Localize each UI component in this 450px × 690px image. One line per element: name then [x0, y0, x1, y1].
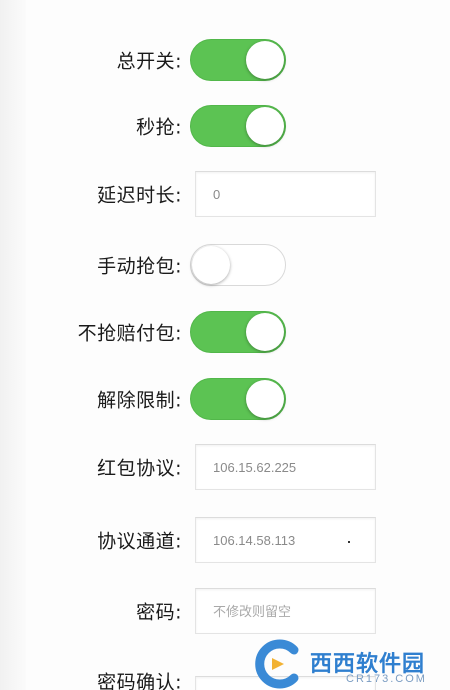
toggle-knob — [246, 380, 284, 418]
delay-input[interactable] — [195, 171, 376, 217]
redpacket-protocol-label: 红包协议: — [97, 457, 182, 480]
manual-grab-label: 手动抢包: — [97, 255, 182, 278]
protocol-channel-input[interactable] — [195, 517, 376, 563]
watermark: 西西软件园 CR173.COM — [250, 638, 450, 690]
cr-logo-icon — [255, 639, 299, 689]
row-remove-limits: 解除限制: — [0, 374, 450, 424]
manual-grab-toggle[interactable] — [190, 244, 286, 286]
row-delay: 延迟时长: — [0, 169, 450, 219]
password-input[interactable] — [195, 588, 376, 634]
password-label: 密码: — [136, 601, 182, 624]
row-password: 密码: — [0, 586, 450, 636]
toggle-knob — [246, 41, 284, 79]
row-no-compensation: 不抢赔付包: — [0, 307, 450, 357]
row-master-switch: 总开关: — [0, 35, 450, 85]
password-confirm-label: 密码确认: — [97, 671, 182, 690]
instant-grab-label: 秒抢: — [136, 116, 182, 139]
toggle-knob — [192, 246, 230, 284]
protocol-channel-label: 协议通道: — [97, 530, 182, 553]
toggle-knob — [246, 107, 284, 145]
master-switch-label: 总开关: — [116, 50, 182, 73]
stray-dot — [348, 541, 350, 543]
instant-grab-toggle[interactable] — [190, 105, 286, 147]
remove-limits-label: 解除限制: — [97, 389, 182, 412]
row-instant-grab: 秒抢: — [0, 101, 450, 151]
master-switch-toggle[interactable] — [190, 39, 286, 81]
watermark-domain: CR173.COM — [346, 673, 427, 685]
row-manual-grab: 手动抢包: — [0, 240, 450, 290]
row-redpacket-protocol: 红包协议: — [0, 442, 450, 492]
row-protocol-channel: 协议通道: — [0, 515, 450, 565]
settings-page: 总开关: 秒抢: 延迟时长: 手动抢包: 不抢赔付包: 解除限制: — [0, 0, 450, 690]
no-compensation-label: 不抢赔付包: — [77, 322, 182, 345]
toggle-knob — [246, 313, 284, 351]
redpacket-protocol-input[interactable] — [195, 444, 376, 490]
delay-label: 延迟时长: — [97, 184, 182, 207]
no-compensation-toggle[interactable] — [190, 311, 286, 353]
remove-limits-toggle[interactable] — [190, 378, 286, 420]
